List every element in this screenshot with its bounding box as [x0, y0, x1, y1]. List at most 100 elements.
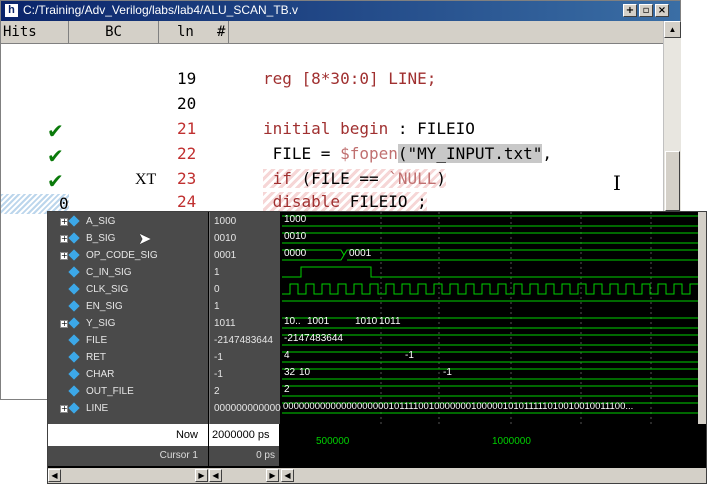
line-number: 23 — [177, 169, 197, 188]
close-icon[interactable]: × — [655, 4, 669, 17]
undock-icon[interactable]: ▫ — [639, 4, 653, 17]
signal-value: 2 — [214, 386, 220, 397]
hash-column-header[interactable]: # — [199, 21, 229, 43]
expand-icon[interactable]: + — [60, 320, 68, 328]
signal-value: 1011 — [214, 318, 236, 329]
title-bar[interactable]: h C:/Training/Adv_Verilog/labs/lab4/ALU_… — [1, 1, 680, 21]
signal-icon — [68, 351, 80, 363]
signal-row[interactable]: RET — [48, 350, 208, 367]
column-header: Hits BC ln # — [1, 21, 663, 44]
wave-label-y2: 1001 — [307, 316, 330, 327]
signal-name: C_IN_SIG — [86, 267, 132, 278]
wave-label-b: 0010 — [284, 231, 307, 242]
wave-label-a: 1000 — [284, 214, 307, 225]
mouse-pointer-icon: ➤ — [138, 229, 152, 248]
text-cursor-icon: I — [613, 171, 621, 195]
signal-value: 1000 — [214, 216, 237, 227]
line-number: 19 — [177, 69, 197, 88]
signal-value: -2147483644 — [214, 335, 273, 346]
code-text: , — [542, 144, 552, 163]
app-icon: h — [5, 4, 18, 17]
code-text: reg [8*30:0] LINE; — [263, 69, 437, 88]
signal-value: 0010 — [214, 233, 237, 244]
line-number: 20 — [177, 94, 197, 113]
wave-label-y3: 1010 — [355, 316, 378, 327]
signal-row[interactable]: + B_SIG — [48, 231, 208, 248]
code-line[interactable]: ✔ 21 initial begin : FILEIO — [1, 119, 663, 145]
scroll-up-icon[interactable]: ▲ — [664, 21, 681, 38]
cursor-value[interactable]: 0 ps — [209, 446, 279, 466]
signal-name: Y_SIG — [86, 318, 116, 329]
code-text: FILEIO ; — [340, 192, 427, 211]
signal-icon — [68, 215, 80, 227]
signal-name: FILE — [86, 335, 108, 346]
wave-file — [282, 334, 698, 346]
tick-label-1: 500000 — [316, 436, 350, 447]
wave-label-outfile: 2 — [284, 384, 290, 395]
horizontal-scrollbar[interactable]: ◀ ▶ ◀ ▶ ◀ — [48, 468, 706, 483]
signal-row[interactable]: + A_SIG — [48, 214, 208, 231]
scroll-right-icon[interactable]: ▶ — [195, 469, 208, 482]
wave-label-ret2: -1 — [405, 350, 414, 361]
signal-value: 000000000000 — [214, 403, 281, 414]
bc-column-header[interactable]: BC — [69, 21, 159, 43]
ln-column-header[interactable]: ln — [159, 21, 199, 43]
wave-label-char2: 10 — [299, 367, 311, 378]
expand-icon[interactable]: + — [60, 405, 68, 413]
expand-icon[interactable]: + — [60, 218, 68, 226]
wave-char — [282, 368, 698, 380]
code-line[interactable]: 20 — [1, 94, 663, 120]
scroll-thumb[interactable] — [665, 151, 680, 211]
signal-row[interactable]: + LINE — [48, 401, 208, 418]
signal-name: EN_SIG — [86, 301, 123, 312]
signal-value: -1 — [214, 369, 223, 380]
wave-label-char3: -1 — [443, 367, 452, 378]
dock-icon[interactable]: + — [623, 4, 637, 17]
signal-row[interactable]: CHAR — [48, 367, 208, 384]
signal-value: 0001 — [214, 250, 237, 261]
code-text: FILE = — [263, 144, 341, 163]
signal-name: B_SIG — [86, 233, 116, 244]
waveform-area[interactable]: 1000 0010 0000 0001 10.. 1001 1010 1011 … — [281, 212, 698, 424]
signal-value: 1 — [214, 267, 220, 278]
signal-row[interactable]: FILE — [48, 333, 208, 350]
signal-value: 0 — [214, 284, 220, 295]
signal-row[interactable]: C_IN_SIG — [48, 265, 208, 282]
expand-icon[interactable]: + — [60, 252, 68, 260]
wave-op-code — [282, 249, 698, 261]
signal-row[interactable]: OUT_FILE — [48, 384, 208, 401]
scroll-left-icon[interactable]: ◀ — [209, 469, 222, 482]
signal-icon — [68, 232, 80, 244]
line-number: 24 — [177, 192, 197, 211]
cursor-label[interactable]: Cursor 1 — [48, 446, 208, 466]
window-title: C:/Training/Adv_Verilog/labs/lab4/ALU_SC… — [23, 3, 299, 17]
wave-ret — [282, 351, 698, 363]
signal-row[interactable]: + OP_CODE_SIG — [48, 248, 208, 265]
expand-icon[interactable]: + — [60, 235, 68, 243]
wave-label-op2: 0001 — [349, 248, 372, 259]
wave-label-char1: 32 — [284, 367, 296, 378]
code-text: ) — [436, 169, 447, 188]
wave-label-line: 0000000000000000000010111100100000001000… — [283, 401, 634, 412]
signal-icon — [68, 249, 80, 261]
code-line[interactable]: ✔ 22 FILE = $fopen("MY_INPUT.txt", — [1, 144, 663, 170]
signal-row[interactable]: CLK_SIG — [48, 282, 208, 299]
signal-icon — [68, 300, 80, 312]
hit-check-icon: ✔ — [47, 119, 64, 143]
hit-check-icon: ✔ — [47, 144, 64, 168]
line-number: 21 — [177, 119, 197, 138]
scroll-left-icon[interactable]: ◀ — [281, 469, 294, 482]
waveform-canvas[interactable] — [281, 212, 698, 424]
signal-row[interactable]: + Y_SIG — [48, 316, 208, 333]
signal-name: OP_CODE_SIG — [86, 250, 158, 261]
scroll-right-icon[interactable]: ▶ — [266, 469, 279, 482]
hits-column-header[interactable]: Hits — [1, 21, 69, 43]
keyword: disable — [263, 192, 341, 211]
code-line[interactable]: 19 reg [8*30:0] LINE; — [1, 69, 663, 95]
now-label: Now — [48, 424, 208, 446]
signal-icon — [68, 402, 80, 414]
signal-icon — [68, 266, 80, 278]
signal-row[interactable]: EN_SIG — [48, 299, 208, 316]
wave-label-y1: 10.. — [284, 316, 301, 327]
scroll-left-icon[interactable]: ◀ — [48, 469, 61, 482]
